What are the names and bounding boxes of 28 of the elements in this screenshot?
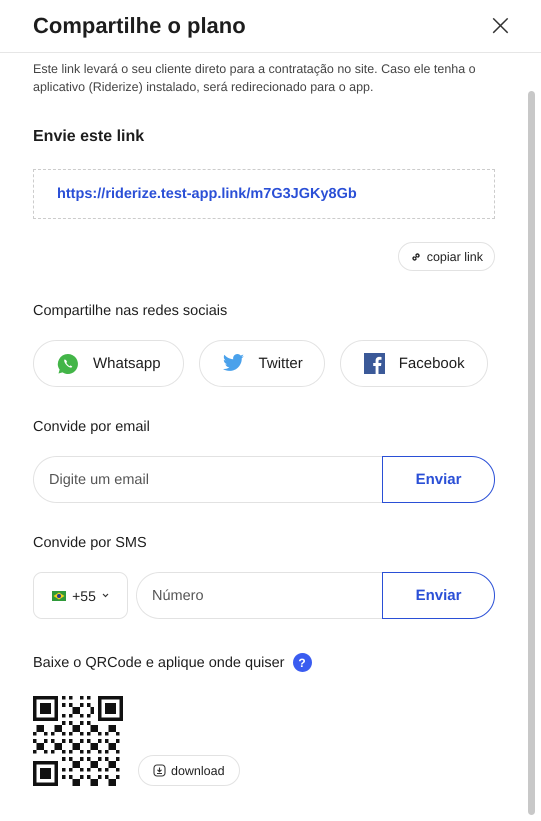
- facebook-icon: [364, 353, 385, 374]
- phone-bubble-icon: [57, 352, 79, 374]
- section-heading: Convide por email: [33, 419, 151, 435]
- download-button[interactable]: download: [138, 755, 240, 786]
- send-button[interactable]: Enviar: [382, 572, 495, 619]
- section-heading: Compartilhe nas redes sociais: [33, 303, 228, 319]
- scrollbar[interactable]: [528, 91, 535, 815]
- section-heading: Envie este link: [33, 128, 146, 146]
- download-icon: [153, 764, 166, 777]
- bird-icon: [222, 354, 245, 373]
- link-icon: [410, 250, 422, 262]
- help-button[interactable]: ?: [292, 653, 312, 672]
- section-heading: Baixe o QRCode e aplique onde quiser: [33, 654, 284, 670]
- section-heading: Convide por SMS: [33, 535, 148, 551]
- email-field[interactable]: Digite um email: [33, 456, 382, 503]
- description-text: Este link levará o seu cliente direto para a contratação no site. Caso ele tenha o aplicativo (Riderize) instalado, será redirecionado para o app.: [33, 61, 477, 96]
- share-link[interactable]: https://riderize.test-app.link/m7G3JGKy8Gb: [57, 186, 357, 202]
- copy-link-button[interactable]: copiar link: [398, 242, 495, 271]
- close-button[interactable]: ×: [488, 11, 513, 41]
- share-button[interactable]: Whatsapp: [33, 340, 184, 387]
- flag-icon: [52, 590, 66, 600]
- send-button[interactable]: Enviar: [382, 456, 495, 503]
- chevron-down-icon: [102, 593, 109, 598]
- dialog-title: Compartilhe o plano: [33, 13, 246, 39]
- country-code-select[interactable]: +55: [33, 572, 128, 619]
- share-button[interactable]: Twitter: [198, 340, 325, 387]
- share-button[interactable]: Facebook: [340, 340, 488, 387]
- phone-field[interactable]: Número: [136, 572, 382, 619]
